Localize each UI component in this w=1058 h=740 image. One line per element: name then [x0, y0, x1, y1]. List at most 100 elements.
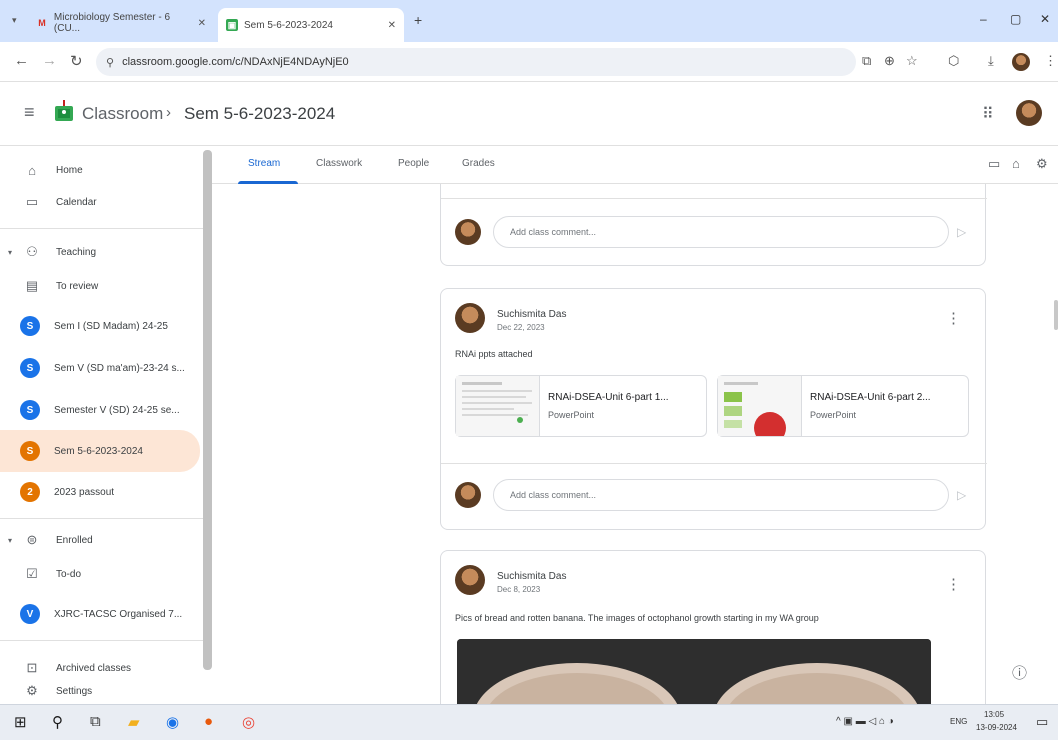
sidebar-item-label: To-do [56, 568, 82, 580]
post-text: Pics of bread and rotten banana. The ima… [455, 613, 819, 623]
cast-icon[interactable]: ⧉ [862, 53, 871, 69]
classroom-logo-icon[interactable] [54, 100, 74, 122]
attachment-card[interactable]: RNAi-DSEA-Unit 6-part 2... PowerPoint [717, 375, 969, 437]
sidebar-item-label: Calendar [56, 196, 97, 208]
back-arrow-icon[interactable]: ← [14, 52, 29, 69]
new-tab-button[interactable]: + [414, 12, 422, 28]
attachment-type: PowerPoint [548, 410, 595, 420]
sidebar-item-label: Semester V (SD) 24-25 se... [54, 404, 180, 416]
tab-stream[interactable]: Stream [248, 158, 280, 169]
more-options-icon[interactable]: ⋮ [946, 575, 961, 593]
browser-menu-icon[interactable]: ⋮ [1044, 53, 1057, 69]
minimize-button[interactable]: – [980, 12, 987, 26]
search-icon[interactable]: ⚲ [52, 713, 63, 731]
bookmark-star-icon[interactable]: ☆ [906, 53, 918, 69]
class-title[interactable]: Sem 5-6-2023-2024 [184, 104, 335, 124]
account-avatar[interactable] [1016, 100, 1042, 126]
send-icon[interactable]: ▷ [957, 225, 966, 239]
active-tab-indicator [238, 181, 298, 184]
sidebar-item-class[interactable]: S Semester V (SD) 24-25 se... [0, 390, 200, 430]
close-tab-icon[interactable]: ✕ [198, 18, 206, 29]
firefox-icon[interactable]: ● [204, 713, 213, 730]
post-text: RNAi ppts attached [455, 349, 533, 359]
app-name[interactable]: Classroom [82, 104, 163, 124]
clock-time[interactable]: 13:05 [984, 710, 1004, 719]
help-icon[interactable]: ⓘ [1012, 662, 1027, 683]
post-image[interactable] [457, 639, 931, 704]
reload-icon[interactable]: ↻ [70, 52, 83, 70]
sidebar-item-settings[interactable]: ⚙ Settings [0, 678, 200, 704]
sidebar: ⌂ Home ▭ Calendar ▾ ⚇ Teaching ▤ To revi… [0, 146, 212, 704]
class-settings-icon[interactable]: ⚙ [1036, 156, 1048, 172]
close-window-button[interactable]: ✕ [1040, 12, 1050, 26]
profile-avatar[interactable] [1012, 53, 1030, 71]
browser-tab-classroom[interactable]: ▣ Sem 5-6-2023-2024 ✕ [218, 8, 404, 42]
chevron-down-icon: ▾ [8, 247, 13, 257]
drive-folder-icon[interactable]: ⌂ [1012, 156, 1020, 171]
site-info-icon[interactable]: ⚲ [106, 56, 114, 69]
attachment-type: PowerPoint [810, 410, 857, 420]
browser-tab-strip: ▾ M Microbiology Semester - 6 (CU... ✕ ▣… [0, 0, 1058, 42]
sidebar-divider [0, 518, 204, 519]
class-tabs: Stream Classwork People Grades ▭ ⌂ ⚙ [212, 146, 1058, 184]
sidebar-item-current-class[interactable]: S Sem 5-6-2023-2024 [0, 430, 200, 472]
close-tab-icon[interactable]: ✕ [388, 20, 396, 31]
sidebar-item-to-do[interactable]: ☑ To-do [0, 554, 200, 594]
sidebar-item-class[interactable]: S Sem I (SD Madam) 24-25 [0, 306, 200, 346]
sidebar-item-label: Settings [56, 685, 93, 697]
more-options-icon[interactable]: ⋮ [946, 309, 961, 327]
breadcrumb-separator: › [166, 104, 171, 121]
maximize-button[interactable]: ▢ [1010, 12, 1021, 26]
tab-search-icon[interactable]: ▾ [12, 15, 17, 26]
author-avatar [455, 565, 485, 595]
attachment-thumbnail [456, 376, 540, 436]
tab-classwork[interactable]: Classwork [316, 158, 362, 169]
send-icon[interactable]: ▷ [957, 488, 966, 502]
edge-icon[interactable]: ◉ [166, 713, 179, 731]
task-view-icon[interactable]: ⧉ [90, 713, 101, 730]
clock-date[interactable]: 13-09-2024 [976, 723, 1017, 732]
comment-row: Add class comment... ▷ [455, 477, 975, 513]
archive-icon: ⊡ [26, 660, 38, 675]
sidebar-item-to-review[interactable]: ▤ To review [0, 266, 200, 306]
class-comment-input[interactable]: Add class comment... [493, 479, 949, 511]
home-icon: ⌂ [28, 162, 36, 178]
tab-grades[interactable]: Grades [462, 158, 495, 169]
chrome-icon[interactable]: ◎ [242, 713, 255, 731]
forward-arrow-icon[interactable]: → [42, 52, 57, 69]
post-author: Suchismita Das [497, 309, 567, 320]
download-icon[interactable]: ⤓ [988, 53, 994, 69]
system-tray-icons[interactable]: ^ ▣ ▬ ◁ ⌂ ◑ [836, 716, 894, 727]
sidebar-scrollbar[interactable] [203, 150, 212, 670]
sidebar-item-class[interactable]: S Sem V (SD ma'am)-23-24 s... [0, 348, 200, 388]
calendar-icon: ▭ [25, 194, 39, 209]
todo-icon: ☑ [26, 566, 38, 581]
stream-post-card: Suchismita Das Dec 22, 2023 ⋮ RNAi ppts … [440, 288, 987, 530]
calendar-icon[interactable]: ▭ [988, 156, 1000, 172]
comment-row: Add class comment... ▷ [455, 214, 975, 250]
class-comment-input[interactable]: Add class comment... [493, 216, 949, 248]
windows-taskbar: ⊞ ⚲ ⧉ ▰ ◉ ● ◎ ^ ▣ ▬ ◁ ⌂ ◑ ENG 13:05 13-0… [0, 704, 1058, 740]
notification-icon[interactable]: ▭ [1036, 714, 1048, 730]
browser-tab-gmail[interactable]: M Microbiology Semester - 6 (CU... ✕ [28, 9, 214, 37]
tab-people[interactable]: People [398, 158, 429, 169]
attachment-card[interactable]: RNAi-DSEA-Unit 6-part 1... PowerPoint [455, 375, 707, 437]
sidebar-item-label: Sem V (SD ma'am)-23-24 s... [54, 362, 185, 374]
address-bar[interactable]: ⚲ classroom.google.com/c/NDAxNjE4NDAyNjE… [96, 48, 856, 76]
language-indicator[interactable]: ENG [950, 717, 967, 726]
sidebar-item-class[interactable]: 2 2023 passout [0, 472, 200, 512]
zoom-icon[interactable]: ⊕ [884, 53, 895, 69]
sidebar-item-label: Teaching [56, 246, 97, 258]
author-avatar [455, 303, 485, 333]
file-explorer-icon[interactable]: ▰ [128, 713, 140, 731]
extensions-icon[interactable]: ⬡ [948, 53, 959, 69]
sidebar-item-calendar[interactable]: ▭ Calendar [0, 182, 200, 222]
sidebar-item-class[interactable]: V XJRC-TACSC Organised 7... [0, 594, 200, 634]
windows-start-icon[interactable]: ⊞ [14, 713, 27, 731]
main-scrollbar[interactable] [1054, 300, 1058, 330]
hamburger-menu-icon[interactable]: ≡ [24, 102, 35, 123]
class-avatar: V [20, 604, 40, 624]
apps-grid-icon[interactable]: ⠿ [982, 104, 994, 124]
app-header: ≡ Classroom › Sem 5-6-2023-2024 ⠿ [0, 82, 1058, 146]
sidebar-item-label: 2023 passout [54, 486, 115, 498]
